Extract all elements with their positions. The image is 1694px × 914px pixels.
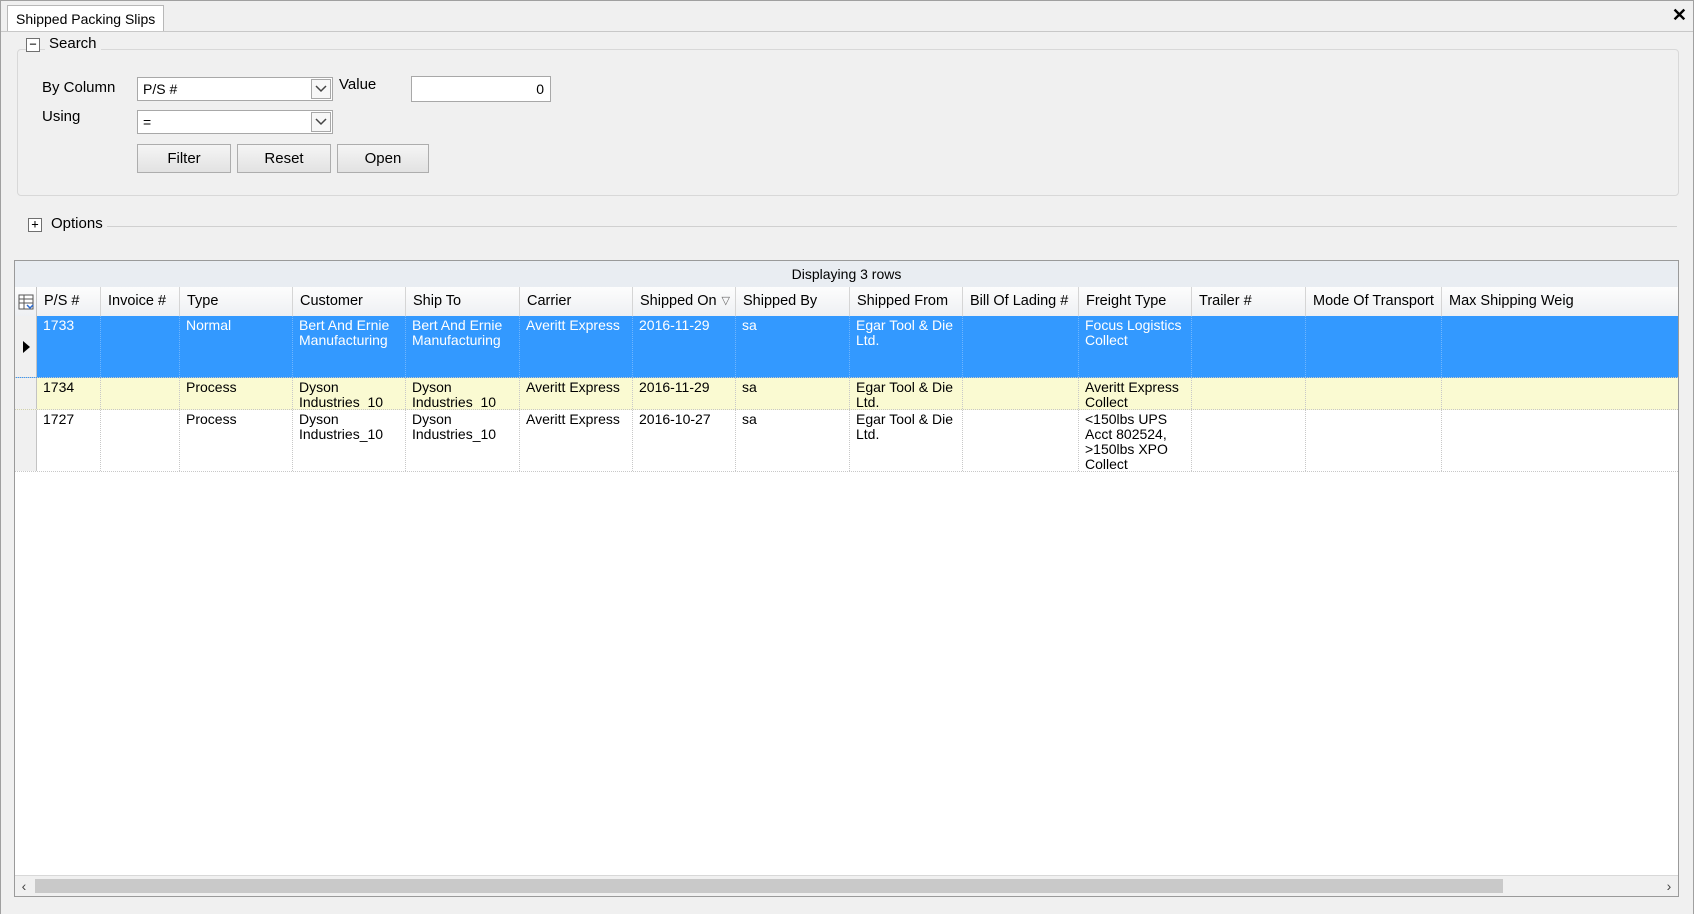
scrollbar-thumb[interactable] [35,879,1503,893]
column-header[interactable]: Type [180,287,293,316]
dropdown-arrow-icon[interactable] [311,79,331,99]
table-row[interactable]: 1733 Normal Bert And Ernie Manufacturing Be… [15,316,1678,378]
horizontal-scrollbar[interactable]: ‹ › [15,875,1678,896]
table-cell[interactable] [101,410,180,471]
table-cell[interactable] [1442,316,1678,377]
table-cell[interactable] [101,316,180,377]
table-cell[interactable]: Normal [180,316,293,377]
sort-descending-icon: ▽ [721,295,730,307]
table-cell[interactable] [1192,378,1306,409]
table-cell[interactable]: Averitt Express [520,378,633,409]
by-column-select[interactable]: P/S # [137,77,333,101]
table-cell[interactable] [1442,410,1678,471]
table-cell[interactable] [963,410,1079,471]
row-header[interactable] [15,378,37,409]
table-cell[interactable] [1442,378,1678,409]
table-cell[interactable]: Dyson Industries_10 [293,378,406,409]
open-button[interactable]: Open [337,144,429,173]
table-cell[interactable] [963,316,1079,377]
table-cell[interactable] [1306,378,1442,409]
table-cell[interactable]: 1727 [37,410,101,471]
value-label: Value [339,76,377,93]
table-cell[interactable]: Dyson Industries_10 [293,410,406,471]
table-cell[interactable]: Focus Logistics Collect [1079,316,1192,377]
packing-slips-grid: Displaying 3 rows P/S # Invoice # Type Cust… [14,260,1679,897]
column-header[interactable]: Freight Type [1079,287,1192,316]
row-header[interactable] [15,316,37,377]
table-cell[interactable]: Process [180,410,293,471]
close-icon[interactable]: ✕ [1672,4,1687,26]
table-cell[interactable]: Averitt Express [520,410,633,471]
grid-row-count: Displaying 3 rows [15,261,1678,288]
column-header[interactable]: Bill Of Lading # [963,287,1079,316]
by-column-value: P/S # [143,81,178,97]
collapse-icon[interactable]: − [26,38,40,52]
table-cell[interactable] [1306,316,1442,377]
table-cell[interactable]: Dyson Industries_10 [406,378,520,409]
table-cell[interactable] [101,378,180,409]
value-input[interactable]: 0 [411,76,551,102]
table-cell[interactable]: Bert And Ernie Manufacturing [406,316,520,377]
table-cell[interactable]: sa [736,410,850,471]
column-header[interactable]: Mode Of Transport [1306,287,1442,316]
column-header[interactable]: Ship To [406,287,520,316]
column-header[interactable]: Shipped On ▽ [633,287,736,316]
table-row[interactable]: 1727 Process Dyson Industries_10 Dyson Indu… [15,410,1678,472]
table-cell[interactable]: Dyson Industries_10 [406,410,520,471]
row-pointer-icon [23,340,30,353]
scroll-right-icon[interactable]: › [1660,876,1678,896]
table-cell[interactable] [963,378,1079,409]
table-cell[interactable]: sa [736,378,850,409]
table-cell[interactable]: Egar Tool & Die Ltd. [850,410,963,471]
using-label: Using [42,108,81,125]
grid-header: P/S # Invoice # Type Customer Ship To Carrier… [15,287,1678,317]
table-cell[interactable]: 2016-11-29 [633,378,736,409]
column-header[interactable]: Trailer # [1192,287,1306,316]
search-group-title: Search [45,35,101,52]
column-header[interactable]: Carrier [520,287,633,316]
table-cell[interactable]: 2016-10-27 [633,410,736,471]
tab-shipped-packing-slips[interactable]: Shipped Packing Slips [7,5,165,32]
table-cell[interactable]: 1733 [37,316,101,377]
reset-button[interactable]: Reset [237,144,331,173]
by-column-label: By Column [42,79,116,96]
using-value: = [143,114,152,130]
using-select[interactable]: = [137,110,333,134]
table-cell[interactable]: sa [736,316,850,377]
row-header[interactable] [15,410,37,471]
table-cell[interactable]: 1734 [37,378,101,409]
table-cell[interactable]: <150lbs UPS Acct 802524, >150lbs XPO Col… [1079,410,1192,471]
table-row[interactable]: 1734 Process Dyson Industries_10 Dyson Indu… [15,378,1678,410]
table-cell[interactable]: Process [180,378,293,409]
column-header[interactable]: Shipped From [850,287,963,316]
table-cell[interactable]: 2016-11-29 [633,316,736,377]
table-cell[interactable]: Averitt Express Collect [1079,378,1192,409]
scroll-left-icon[interactable]: ‹ [15,876,33,896]
column-header[interactable]: Customer [293,287,406,316]
column-header[interactable]: Shipped By [736,287,850,316]
column-header[interactable]: Max Shipping Weig [1442,287,1678,316]
filter-button[interactable]: Filter [137,144,231,173]
column-header[interactable]: Invoice # [101,287,180,316]
column-chooser-icon[interactable] [15,287,37,316]
table-cell[interactable]: Averitt Express [520,316,633,377]
table-cell[interactable]: Egar Tool & Die Ltd. [850,378,963,409]
dropdown-arrow-icon[interactable] [311,112,331,132]
table-cell[interactable] [1306,410,1442,471]
column-header[interactable]: P/S # [37,287,101,316]
app-window: Shipped Packing Slips ✕ − Search By Colu… [0,0,1694,914]
table-cell[interactable]: Bert And Ernie Manufacturing [293,316,406,377]
table-cell[interactable]: Egar Tool & Die Ltd. [850,316,963,377]
options-group-title: Options [47,215,107,232]
table-cell[interactable] [1192,410,1306,471]
table-cell[interactable] [1192,316,1306,377]
expand-icon[interactable]: + [28,218,42,232]
options-divider [101,226,1677,227]
